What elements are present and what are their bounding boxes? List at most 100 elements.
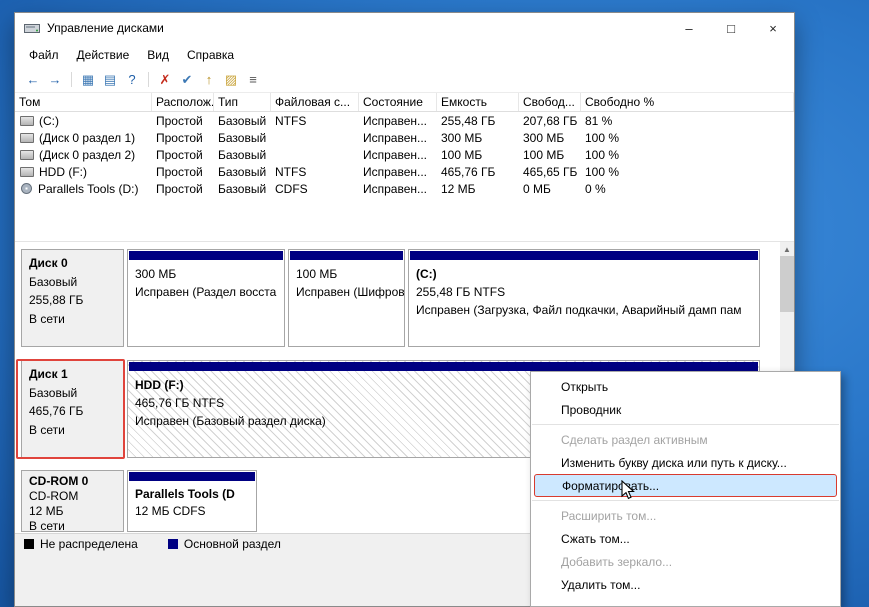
menu-item-open[interactable]: Открыть — [531, 375, 840, 398]
legend-swatch-unallocated — [24, 539, 34, 549]
column-header-free-pct[interactable]: Свободно % — [581, 93, 794, 111]
menu-item-extend: Расширить том... — [531, 504, 840, 527]
cell-free: 0 МБ — [519, 182, 581, 196]
cell-layout: Простой — [152, 131, 214, 145]
disk-info-panel[interactable]: Диск 0 Базовый 255,88 ГБ В сети — [21, 249, 124, 347]
back-icon[interactable]: ← — [23, 70, 43, 90]
volume-icon — [20, 150, 34, 160]
partition-size: 100 МБ — [296, 265, 397, 283]
disk-kind: CD-ROM — [29, 489, 116, 504]
column-header-status[interactable]: Состояние — [359, 93, 437, 111]
cell-status: Исправен... — [359, 165, 437, 179]
delete-icon[interactable]: ✗ — [155, 70, 175, 90]
scrollbar-thumb[interactable] — [780, 256, 794, 312]
cell-layout: Простой — [152, 148, 214, 162]
column-header-filesystem[interactable]: Файловая с... — [271, 93, 359, 111]
cell-capacity: 100 МБ — [437, 148, 519, 162]
menu-action[interactable]: Действие — [68, 45, 139, 65]
disk-info-panel[interactable]: Диск 1 Базовый 465,76 ГБ В сети — [21, 360, 124, 458]
list-icon[interactable]: ≡ — [243, 70, 263, 90]
partition-recovery[interactable]: 300 МБ Исправен (Раздел восста — [127, 249, 285, 347]
column-header-free[interactable]: Свобод... — [519, 93, 581, 111]
check-icon[interactable]: ✔ — [177, 70, 197, 90]
cell-type: Базовый — [214, 148, 271, 162]
column-header-type[interactable]: Тип — [214, 93, 271, 111]
pane-gap — [15, 197, 794, 241]
cell-status: Исправен... — [359, 182, 437, 196]
column-header-volume[interactable]: Том — [15, 93, 152, 111]
cell-layout: Простой — [152, 165, 214, 179]
partition-title: Parallels Tools (D — [135, 486, 249, 503]
app-icon — [24, 21, 40, 35]
folder-icon[interactable]: ▨ — [221, 70, 241, 90]
cell-free-pct: 100 % — [581, 131, 794, 145]
menu-item-delete-volume[interactable]: Удалить том... — [531, 573, 840, 596]
partition-size: 300 МБ — [135, 265, 277, 283]
table-row[interactable]: Parallels Tools (D:) Простой Базовый CDF… — [15, 180, 794, 197]
legend-label: Не распределена — [40, 537, 138, 551]
toolbar: ← → ▦ ▤ ? ✗ ✔ ↑ ▨ ≡ — [15, 67, 794, 93]
cell-capacity: 465,76 ГБ — [437, 165, 519, 179]
cell-type: Базовый — [214, 165, 271, 179]
menu-item-mark-active: Сделать раздел активным — [531, 428, 840, 451]
menu-view[interactable]: Вид — [138, 45, 178, 65]
disk-info-panel[interactable]: CD-ROM 0 CD-ROM 12 МБ В сети — [21, 470, 124, 532]
column-header-layout[interactable]: Располож... — [152, 93, 214, 111]
volume-name: (Диск 0 раздел 2) — [39, 148, 135, 162]
desktop-background: Управление дисками – □ × Файл Действие В… — [0, 0, 869, 607]
cell-free: 100 МБ — [519, 148, 581, 162]
properties-icon[interactable]: ▤ — [100, 70, 120, 90]
menu-separator — [532, 500, 839, 501]
partition-parallels[interactable]: Parallels Tools (D 12 МБ CDFS — [127, 470, 257, 532]
volume-name: Parallels Tools (D:) — [38, 182, 138, 196]
disk-size: 465,76 ГБ — [29, 402, 116, 421]
menu-file[interactable]: Файл — [20, 45, 68, 65]
window-title: Управление дисками — [47, 21, 164, 35]
console-tree-icon[interactable]: ▦ — [78, 70, 98, 90]
menu-item-change-letter[interactable]: Изменить букву диска или путь к диску... — [531, 451, 840, 474]
legend-label: Основной раздел — [184, 537, 281, 551]
menu-item-shrink[interactable]: Сжать том... — [531, 527, 840, 550]
close-button[interactable]: × — [752, 13, 794, 43]
partition-title: (C:) — [416, 265, 752, 283]
menu-item-format[interactable]: Форматировать... — [534, 474, 837, 497]
cell-filesystem: CDFS — [271, 182, 359, 196]
cell-type: Базовый — [214, 131, 271, 145]
volume-name: (C:) — [39, 114, 59, 128]
table-row[interactable]: (Диск 0 раздел 1) Простой Базовый Исправ… — [15, 129, 794, 146]
menu-item-add-mirror: Добавить зеркало... — [531, 550, 840, 573]
cell-capacity: 255,48 ГБ — [437, 114, 519, 128]
forward-icon[interactable]: → — [45, 70, 65, 90]
titlebar: Управление дисками – □ × — [15, 13, 794, 43]
scroll-up-icon[interactable]: ▲ — [780, 242, 794, 256]
cd-icon — [21, 183, 32, 194]
table-row[interactable]: (Диск 0 раздел 2) Простой Базовый Исправ… — [15, 146, 794, 163]
maximize-button[interactable]: □ — [710, 13, 752, 43]
partition-c[interactable]: (C:) 255,48 ГБ NTFS Исправен (Загрузка, … — [408, 249, 760, 347]
up-arrow-icon[interactable]: ↑ — [199, 70, 219, 90]
partition-status: Исправен (Шифров — [296, 283, 397, 301]
minimize-button[interactable]: – — [668, 13, 710, 43]
cell-free-pct: 100 % — [581, 165, 794, 179]
cell-type: Базовый — [214, 114, 271, 128]
partition-size: 12 МБ CDFS — [135, 503, 249, 520]
context-menu: Открыть Проводник Сделать раздел активны… — [530, 371, 841, 607]
menu-item-explorer[interactable]: Проводник — [531, 398, 840, 421]
volume-list-header: Том Располож... Тип Файловая с... Состоя… — [15, 93, 794, 112]
window-controls: – □ × — [668, 13, 794, 43]
partition-efi[interactable]: 100 МБ Исправен (Шифров — [288, 249, 405, 347]
disk-name: Диск 0 — [29, 254, 116, 273]
cell-free-pct: 100 % — [581, 148, 794, 162]
column-header-capacity[interactable]: Емкость — [437, 93, 519, 111]
cell-capacity: 300 МБ — [437, 131, 519, 145]
table-row[interactable]: (C:) Простой Базовый NTFS Исправен... 25… — [15, 112, 794, 129]
cell-free: 207,68 ГБ — [519, 114, 581, 128]
table-row[interactable]: HDD (F:) Простой Базовый NTFS Исправен..… — [15, 163, 794, 180]
disk-name: CD-ROM 0 — [29, 474, 116, 489]
menu-help[interactable]: Справка — [178, 45, 243, 65]
cell-layout: Простой — [152, 182, 214, 196]
help-icon[interactable]: ? — [122, 70, 142, 90]
partition-header-strip — [410, 251, 758, 260]
partition-header-strip — [290, 251, 403, 260]
toolbar-separator — [71, 72, 72, 87]
